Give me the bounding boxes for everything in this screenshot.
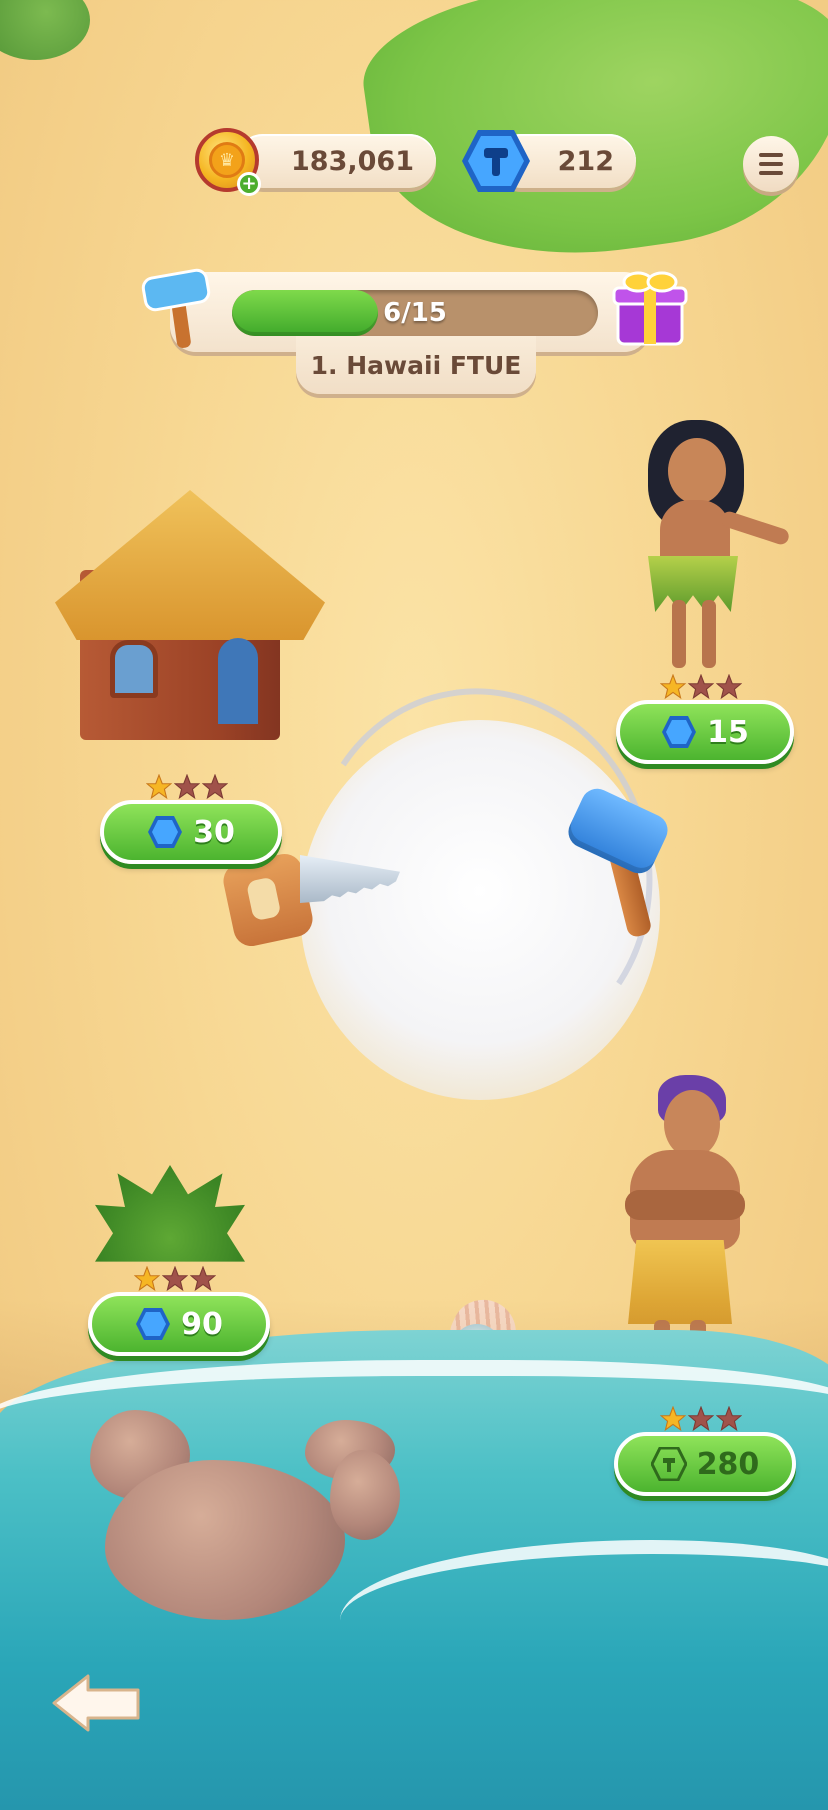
hammer-icon — [141, 268, 211, 348]
hut-task-button[interactable]: 30 — [100, 800, 282, 864]
add-coins-button[interactable]: + — [237, 172, 261, 196]
plant-bush — [95, 1165, 245, 1262]
man-task-button[interactable]: 280 — [614, 1432, 796, 1496]
star-filled-icon — [660, 674, 686, 700]
hammer-gem-icon — [136, 1308, 171, 1340]
star-empty-icon — [162, 1266, 188, 1292]
star-empty-icon — [688, 674, 714, 700]
level-name: 1. Hawaii FTUE — [296, 336, 536, 394]
hamburger-menu-icon[interactable] — [743, 136, 799, 192]
back-arrow-icon[interactable] — [50, 1672, 142, 1734]
gems-value: 212 — [557, 145, 614, 177]
hammer-gem-icon — [462, 130, 530, 192]
coins-counter[interactable]: 183,061 — [236, 134, 436, 188]
bush-task-price: 90 — [181, 1306, 223, 1342]
hut-window — [110, 640, 158, 698]
star-filled-icon — [146, 774, 172, 800]
hut-task-stars — [146, 774, 228, 800]
man-task-price: 280 — [696, 1446, 760, 1482]
star-empty-icon — [190, 1266, 216, 1292]
hammer-gem-icon — [662, 716, 697, 748]
hut-roof — [55, 490, 325, 640]
hammer-gem-icon — [650, 1447, 687, 1481]
girl-task-price: 15 — [707, 714, 749, 750]
hut-door — [218, 638, 258, 724]
progress-text: 6/15 — [383, 298, 447, 328]
star-empty-icon — [716, 674, 742, 700]
star-empty-icon — [716, 1406, 742, 1432]
rock — [330, 1450, 400, 1540]
gift-box-icon[interactable] — [610, 266, 690, 350]
man-task-stars — [660, 1406, 742, 1432]
hammer-gem-icon — [148, 816, 183, 848]
girl-task-button[interactable]: 15 — [616, 700, 794, 764]
hut-task-price: 30 — [193, 814, 235, 850]
palm-leaves-decoration — [0, 0, 90, 60]
girl-task-stars — [660, 674, 742, 700]
star-empty-icon — [174, 774, 200, 800]
star-filled-icon — [134, 1266, 160, 1292]
star-empty-icon — [688, 1406, 714, 1432]
star-empty-icon — [202, 774, 228, 800]
star-filled-icon — [660, 1406, 686, 1432]
bush-task-stars — [134, 1266, 216, 1292]
coins-value: 183,061 — [291, 145, 414, 177]
bush-task-button[interactable]: 90 — [88, 1292, 270, 1356]
